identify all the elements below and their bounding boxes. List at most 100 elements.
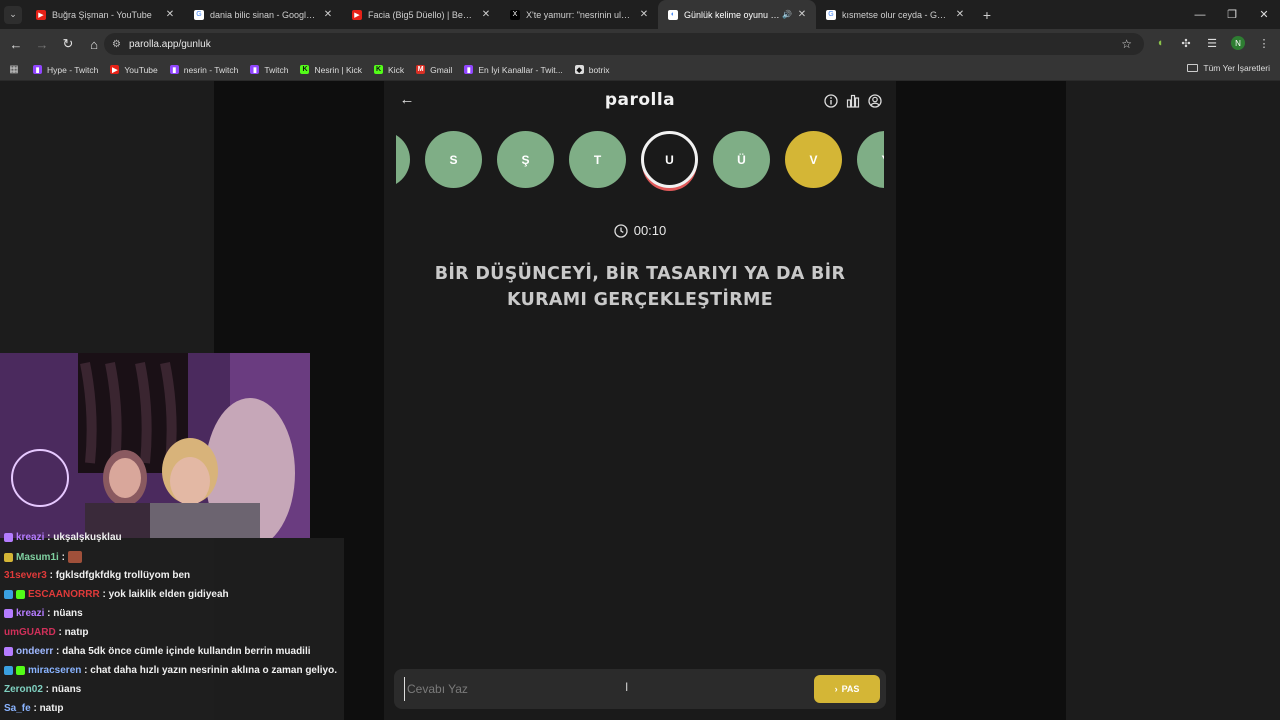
chat-username[interactable]: kreazi [16,608,44,619]
chat-username[interactable]: kreazi [16,532,44,543]
tab-close-icon[interactable]: ✕ [954,9,966,20]
webcam-overlay [0,353,310,538]
answer-input[interactable] [404,677,784,701]
bookmark-item[interactable]: ▮ nesrin - Twitch [169,65,238,75]
bookmark-item[interactable]: K Nesrin | Kick [300,65,362,75]
chat-message: umGUARD : natıp [4,627,88,638]
bookmark-item[interactable]: K Kick [374,65,404,75]
tab-title: kısmetse olur ceyda - Google'd [842,9,950,20]
address-bar[interactable]: ⚙ parolla.app/gunluk ☆ [104,33,1144,55]
tab-close-icon[interactable]: ✕ [480,9,492,20]
close-window-icon[interactable]: ✕ [1248,0,1280,29]
bookmark-item[interactable]: ◆ botrix [574,65,610,75]
question-text: BİR DÜŞÜNCEYİ, BİR TASARIYI YA DA BİR KU… [434,264,846,310]
window-controls: — ❐ ✕ [1184,0,1280,29]
minimize-icon[interactable]: — [1184,0,1216,29]
home-icon[interactable]: ⌂ [82,32,106,56]
bookmark-item[interactable]: ▮ Hype - Twitch [33,65,98,75]
bookmark-item[interactable]: ▶ YouTube [110,65,158,75]
chat-badge-icon [16,590,25,599]
chat-text: chat daha hızlı yazın nesrinin aklına o … [90,665,337,676]
back-icon[interactable]: ← [4,32,28,56]
chat-username[interactable]: Sa_fe [4,703,31,714]
letter-bubble: Y [857,131,884,188]
chat-message: Zeron02 : nüans [4,684,81,695]
chat-separator: : [44,608,54,619]
chat-badge-icon [4,533,13,542]
extensions-icon[interactable]: ✣ [1176,32,1196,54]
tab-close-icon[interactable]: ✕ [164,9,176,20]
chat-text: fgklsdfgkfdkg trollüyom ben [55,570,191,581]
browser-tab[interactable]: Gdania bilic sinan - Google'da Ara ✕ [184,0,342,29]
tab-close-icon[interactable]: ✕ [322,9,334,20]
new-tab-button[interactable]: + [976,7,998,23]
chat-username[interactable]: Masum1i [16,552,59,563]
chat-message: kreazi : nüans [4,608,83,619]
chat-username[interactable]: umGUARD [4,627,56,638]
chat-username[interactable]: Zeron02 [4,684,43,695]
tab-close-icon[interactable]: ✕ [638,9,650,20]
chat-text: natıp [39,703,64,714]
chat-separator: : [46,570,56,581]
tab-title: dania bilic sinan - Google'da Ara [210,9,318,20]
browser-toolbar: ← → ↻ ⌂ ⚙ parolla.app/gunluk ☆ ◖ ✣ ☰ N ⋮ [0,29,1280,59]
all-bookmarks-button[interactable]: Tüm Yer İşaretleri [1187,63,1270,73]
forward-icon[interactable]: → [30,32,54,56]
chat-separator: : [53,646,63,657]
chat-message: ESCAANORRR : yok laiklik elden gidiyeah [4,589,229,600]
chat-message: Sa_fe : natıp [4,703,63,714]
stream-chat: kreazi : ukşalşkuşklau Masum1i : 31sever3… [0,532,344,720]
chat-separator: : [81,665,91,676]
audio-playing-icon[interactable]: ◖ [1150,32,1170,54]
apps-grid-icon[interactable]: ▦ [7,63,21,77]
stats-icon[interactable] [846,94,860,108]
browser-tab[interactable]: ◐ Günlük kelime oyunu - par 🔊 ✕ [658,0,816,29]
bookmark-item[interactable]: ▮ Twitch [250,65,288,75]
tab-audio-icon[interactable]: 🔊 [782,10,792,19]
bookmark-favicon-icon: ▮ [464,65,474,74]
chat-username[interactable]: 31sever3 [4,570,47,581]
timer: 00:10 [384,223,896,238]
bookmark-item[interactable]: ▮ En İyi Kanallar - Twit... [464,65,563,75]
tab-search-button[interactable]: ⌄ [4,5,22,24]
browser-tab[interactable]: X X'te yamurr: "nesrinin ulvilik be ✕ [500,0,658,29]
bookmark-label: Hype - Twitch [47,64,99,75]
site-info-icon[interactable]: ⚙ [112,39,121,50]
chat-username[interactable]: miracseren [28,665,81,676]
restore-icon[interactable]: ❐ [1216,0,1248,29]
info-icon[interactable] [824,94,838,108]
chat-separator: : [30,703,40,714]
chat-username[interactable]: ondeerr [16,646,53,657]
media-control-icon[interactable]: ☰ [1202,32,1222,54]
chat-message: kreazi : ukşalşkuşklau [4,532,122,543]
url-text[interactable]: parolla.app/gunluk [129,39,211,50]
bookmark-label: Nesrin | Kick [314,64,363,75]
chat-username[interactable]: ESCAANORRR [28,589,100,600]
menu-icon[interactable]: ⋮ [1254,32,1274,54]
tab-favicon-icon: ▶ [352,9,362,20]
timer-value: 00:10 [633,223,667,238]
profile-avatar[interactable]: N [1228,32,1248,54]
tab-close-icon[interactable]: ✕ [796,9,808,20]
chat-text: nüans [53,608,83,619]
profile-icon[interactable] [868,94,882,108]
tab-favicon-icon: ▶ [36,9,46,20]
tab-title: Facia (Big5 Düello) | Besti & Öz [368,9,476,20]
bookmark-favicon-icon: ▮ [250,65,260,74]
browser-tab[interactable]: ▶ Buğra Şişman - YouTube ✕ [26,0,184,29]
pass-button[interactable]: › PAS [814,675,880,703]
letter-bubble: V [785,131,842,188]
chat-separator: : [55,627,65,638]
tab-title: X'te yamurr: "nesrinin ulvilik be [526,9,634,20]
browser-tab[interactable]: Gkısmetse olur ceyda - Google'd ✕ [816,0,974,29]
bookmark-item[interactable]: M Gmail [416,65,452,75]
chat-text: yok laiklik elden gidiyeah [108,589,229,600]
bookmark-star-icon[interactable]: ☆ [1121,37,1132,51]
folder-icon [1187,64,1199,72]
tab-favicon-icon: G [826,9,836,20]
tab-favicon-icon: G [194,9,204,20]
letter-bubble: T [569,131,626,188]
bookmark-label: Twitch [264,64,289,75]
browser-tab[interactable]: ▶ Facia (Big5 Düello) | Besti & Öz ✕ [342,0,500,29]
reload-icon[interactable]: ↻ [56,32,80,56]
